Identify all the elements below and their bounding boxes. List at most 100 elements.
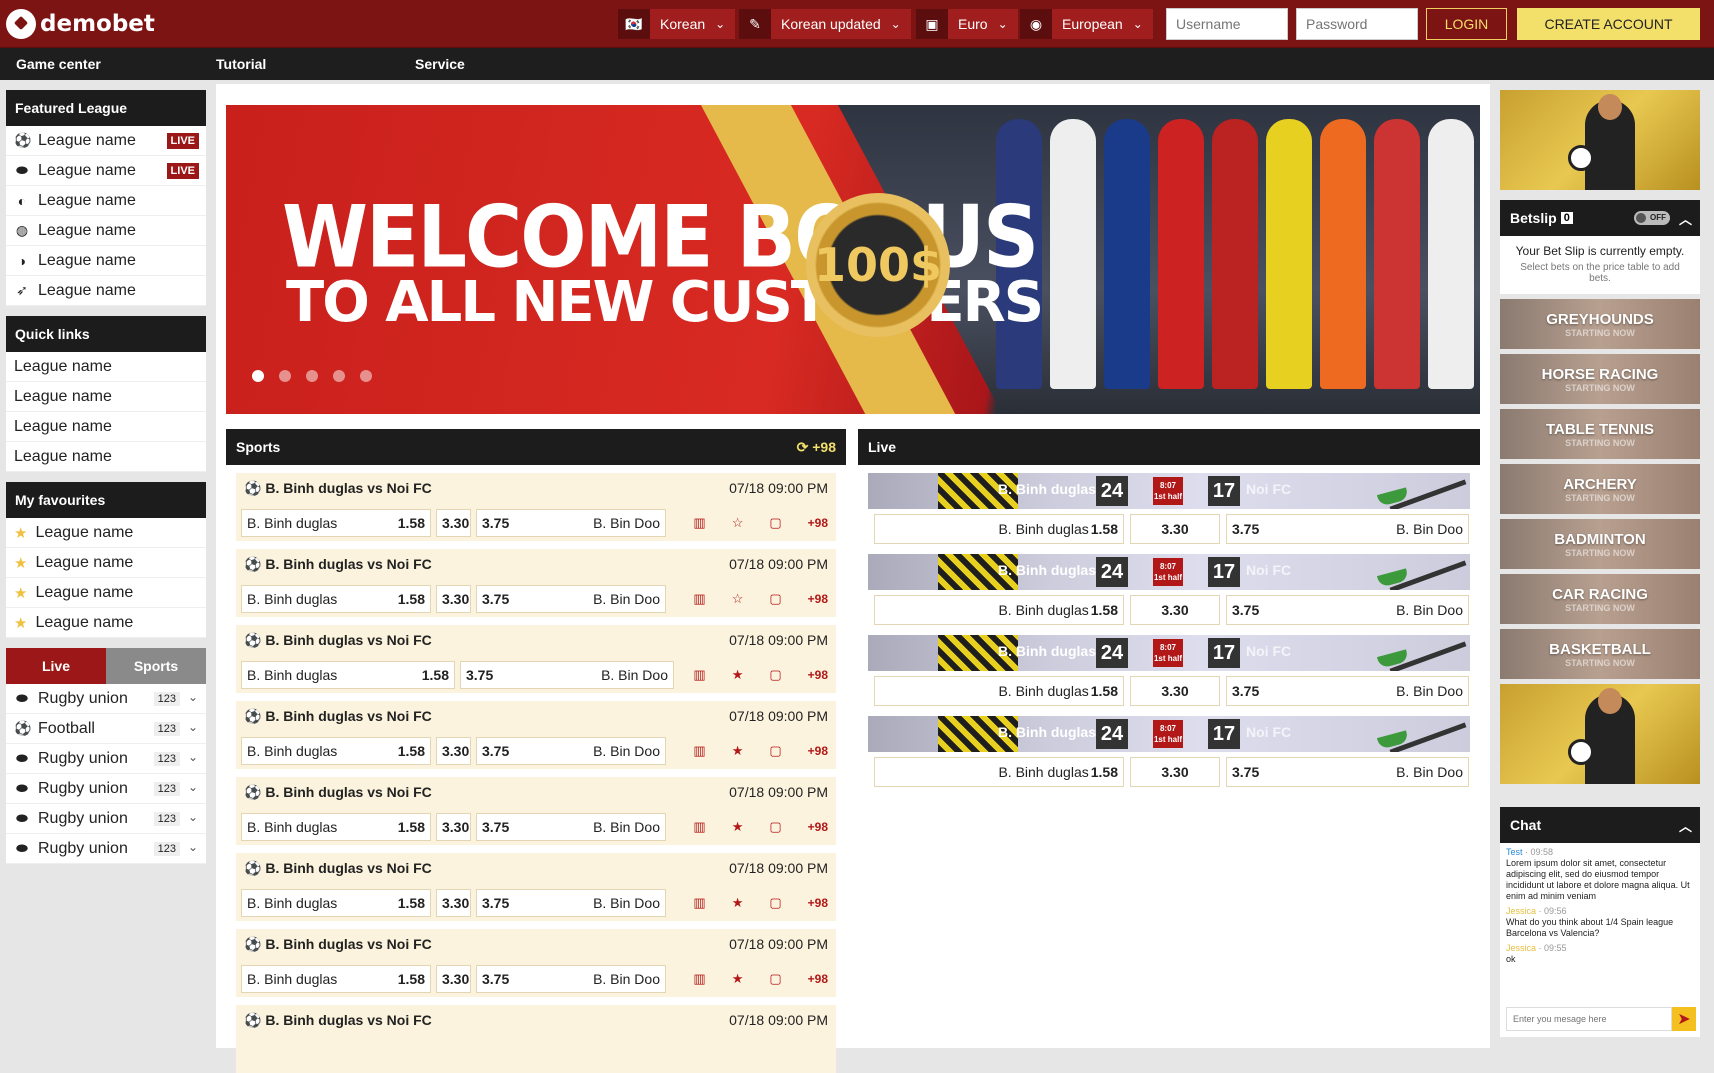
match-title[interactable]: ⚽ B. Binh duglas vs Noi FC — [244, 936, 432, 953]
more-markets[interactable]: +98 — [808, 668, 828, 682]
chevron-down-icon[interactable]: ⌄ — [188, 780, 198, 794]
sport-item[interactable]: ⚽ Football 123 ⌄ — [6, 714, 206, 744]
sport-card[interactable]: BADMINTON STARTING NOW — [1500, 519, 1700, 569]
odd-away[interactable]: 3.75 B. Bin Doo — [476, 737, 666, 765]
star-icon[interactable]: ★ — [14, 554, 27, 572]
sport-card[interactable]: BASKETBALL STARTING NOW — [1500, 629, 1700, 679]
sport-card[interactable]: CAR RACING STARTING NOW — [1500, 574, 1700, 624]
quick-link-item[interactable]: League name — [6, 382, 206, 412]
currency-select[interactable]: ▣ Euro ⌄ — [916, 9, 1018, 39]
sport-item[interactable]: ⬬ Rugby union 123 ⌄ — [6, 774, 206, 804]
chevron-down-icon[interactable]: ⌄ — [188, 810, 198, 824]
more-markets[interactable]: +98 — [808, 896, 828, 910]
nav-service[interactable]: Service — [415, 56, 465, 72]
odd-home[interactable]: B. Binh duglas 1.58 — [241, 661, 455, 689]
odd-draw[interactable]: 3.30 — [436, 737, 471, 765]
odd-away[interactable]: 3.75 B. Bin Doo — [1226, 595, 1469, 625]
stats-icon[interactable]: ▥ — [693, 971, 705, 987]
sport-card[interactable]: HORSE RACING STARTING NOW — [1500, 354, 1700, 404]
promo-ad[interactable] — [1500, 684, 1700, 784]
chevron-down-icon[interactable]: ⌄ — [188, 690, 198, 704]
refresh-more[interactable]: ⟳ +98 — [797, 439, 836, 456]
language-version-select[interactable]: ✎ Korean updated ⌄ — [739, 9, 911, 39]
featured-league-item[interactable]: ◍ League name — [6, 216, 206, 246]
odd-away[interactable]: 3.75 B. Bin Doo — [1226, 757, 1469, 787]
video-icon[interactable]: ▢ — [769, 515, 781, 531]
video-icon[interactable]: ▢ — [769, 895, 781, 911]
stats-icon[interactable]: ▥ — [693, 819, 705, 835]
odd-home[interactable]: B. Binh duglas 1.58 — [241, 737, 431, 765]
carousel-dot[interactable] — [279, 370, 291, 382]
password-input[interactable] — [1296, 8, 1418, 40]
favourite-star-icon[interactable]: ☆ — [732, 515, 744, 531]
quick-link-item[interactable]: League name — [6, 412, 206, 442]
create-account-button[interactable]: CREATE ACCOUNT — [1517, 8, 1700, 40]
sport-card[interactable]: ARCHERY STARTING NOW — [1500, 464, 1700, 514]
live-scoreboard[interactable]: B. Binh duglas 24 8:07 1st half 17 Noi FC — [868, 473, 1470, 509]
favourite-star-icon[interactable]: ★ — [732, 971, 744, 987]
odd-draw[interactable]: 3.30 — [436, 585, 471, 613]
stats-icon[interactable]: ▥ — [693, 515, 705, 531]
chat-user[interactable]: Jessica — [1506, 943, 1536, 953]
video-icon[interactable]: ▢ — [769, 667, 781, 683]
video-icon[interactable]: ▢ — [769, 971, 781, 987]
login-button[interactable]: LOGIN — [1426, 8, 1507, 40]
send-icon[interactable]: ➤ — [1672, 1007, 1696, 1031]
match-title[interactable]: ⚽ B. Binh duglas vs Noi FC — [244, 556, 432, 573]
odd-draw[interactable]: 3.30 — [1130, 514, 1220, 544]
odd-away[interactable]: 3.75 B. Bin Doo — [460, 661, 674, 689]
odd-draw[interactable]: 3.30 — [1130, 595, 1220, 625]
favourite-item[interactable]: ★ League name — [6, 518, 206, 548]
odd-away[interactable]: 3.75 B. Bin Doo — [476, 813, 666, 841]
video-icon[interactable]: ▢ — [769, 819, 781, 835]
odd-home[interactable]: B. Binh duglas 1.58 — [874, 757, 1124, 787]
chat-header[interactable]: Chat ︿ — [1500, 807, 1700, 843]
carousel-dot[interactable] — [252, 370, 264, 382]
odd-home[interactable]: B. Binh duglas 1.58 — [241, 585, 431, 613]
odd-away[interactable]: 3.75 B. Bin Doo — [1226, 676, 1469, 706]
tab-live[interactable]: Live — [6, 648, 106, 684]
star-icon[interactable]: ★ — [14, 584, 27, 602]
odd-home[interactable]: B. Binh duglas 1.58 — [241, 965, 431, 993]
stats-icon[interactable]: ▥ — [693, 591, 705, 607]
featured-league-item[interactable]: ◑ League name — [6, 246, 206, 276]
odd-draw[interactable]: 3.30 — [1130, 757, 1220, 787]
stats-icon[interactable]: ▥ — [693, 667, 705, 683]
favourite-star-icon[interactable]: ☆ — [732, 591, 744, 607]
stats-icon[interactable]: ▥ — [693, 895, 705, 911]
odd-draw[interactable]: 3.30 — [436, 813, 471, 841]
match-title[interactable]: ⚽ B. Binh duglas vs Noi FC — [244, 860, 432, 877]
video-icon[interactable]: ▢ — [769, 743, 781, 759]
more-markets[interactable]: +98 — [808, 820, 828, 834]
favourite-star-icon[interactable]: ★ — [732, 895, 744, 911]
odd-home[interactable]: B. Binh duglas 1.58 — [241, 509, 431, 537]
carousel-dot[interactable] — [306, 370, 318, 382]
odd-home[interactable]: B. Binh duglas 1.58 — [874, 514, 1124, 544]
odd-home[interactable]: B. Binh duglas 1.58 — [241, 889, 431, 917]
featured-league-item[interactable]: ⚽ League name LIVE — [6, 126, 206, 156]
match-title[interactable]: ⚽ B. Binh duglas vs Noi FC — [244, 708, 432, 725]
chat-user[interactable]: Test — [1506, 847, 1523, 857]
match-title[interactable]: ⚽ B. Binh duglas vs Noi FC — [244, 632, 432, 649]
star-icon[interactable]: ★ — [14, 524, 27, 542]
carousel-dot[interactable] — [333, 370, 345, 382]
betslip-header[interactable]: Betslip 0 OFF ︿ — [1500, 200, 1700, 236]
favourite-star-icon[interactable]: ★ — [732, 819, 744, 835]
match-title[interactable]: ⚽ B. Binh duglas vs Noi FC — [244, 784, 432, 801]
odd-draw[interactable]: 3.30 — [436, 889, 471, 917]
video-icon[interactable]: ▢ — [769, 591, 781, 607]
match-title[interactable]: ⚽ B. Binh duglas vs Noi FC — [244, 480, 432, 497]
chat-input[interactable] — [1506, 1007, 1672, 1031]
favourite-star-icon[interactable]: ★ — [732, 743, 744, 759]
sport-item[interactable]: ⬬ Rugby union 123 ⌄ — [6, 804, 206, 834]
stats-icon[interactable]: ▥ — [693, 743, 705, 759]
chevron-down-icon[interactable]: ⌄ — [188, 840, 198, 854]
odd-draw[interactable]: 3.30 — [1130, 676, 1220, 706]
more-markets[interactable]: +98 — [808, 744, 828, 758]
username-input[interactable] — [1166, 8, 1288, 40]
promo-ad[interactable] — [1500, 90, 1700, 190]
odd-draw[interactable]: 3.30 — [436, 509, 471, 537]
live-scoreboard[interactable]: B. Binh duglas 24 8:07 1st half 17 Noi FC — [868, 635, 1470, 671]
nav-game-center[interactable]: Game center — [16, 56, 101, 72]
more-markets[interactable]: +98 — [808, 972, 828, 986]
